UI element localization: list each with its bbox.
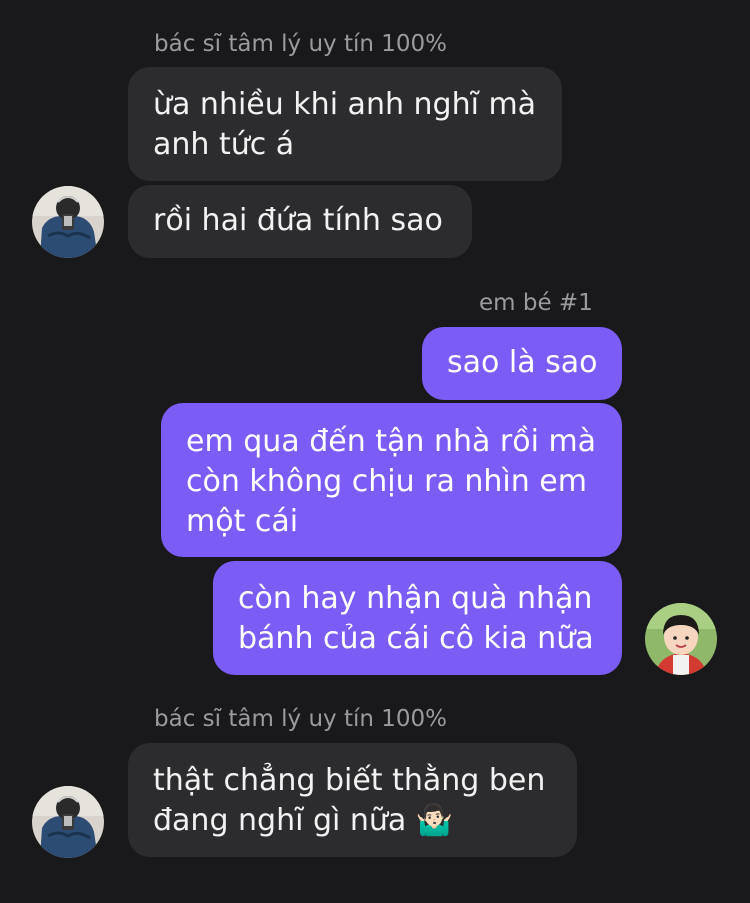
child-photo-icon[interactable]: [645, 603, 717, 675]
message-bubble-outgoing[interactable]: còn hay nhận quà nhận bánh của cái cô ki…: [213, 561, 622, 675]
message-bubble-outgoing[interactable]: em qua đến tận nhà rồi mà còn không chịu…: [161, 403, 622, 557]
user-photo-icon[interactable]: [32, 786, 104, 858]
sender-name: em bé #1: [479, 290, 593, 316]
sender-name: bác sĩ tâm lý uy tín 100%: [154, 31, 448, 57]
message-bubble-incoming[interactable]: ừa nhiều khi anh nghĩ mà anh tức á: [128, 67, 562, 181]
message-bubble-incoming[interactable]: rồi hai đứa tính sao: [128, 185, 472, 258]
sender-name: bác sĩ tâm lý uy tín 100%: [154, 706, 448, 732]
message-bubble-outgoing[interactable]: sao là sao: [422, 327, 622, 400]
message-bubble-incoming[interactable]: thật chẳng biết thằng ben đang nghĩ gì n…: [128, 743, 577, 857]
user-photo-icon[interactable]: [32, 186, 104, 258]
